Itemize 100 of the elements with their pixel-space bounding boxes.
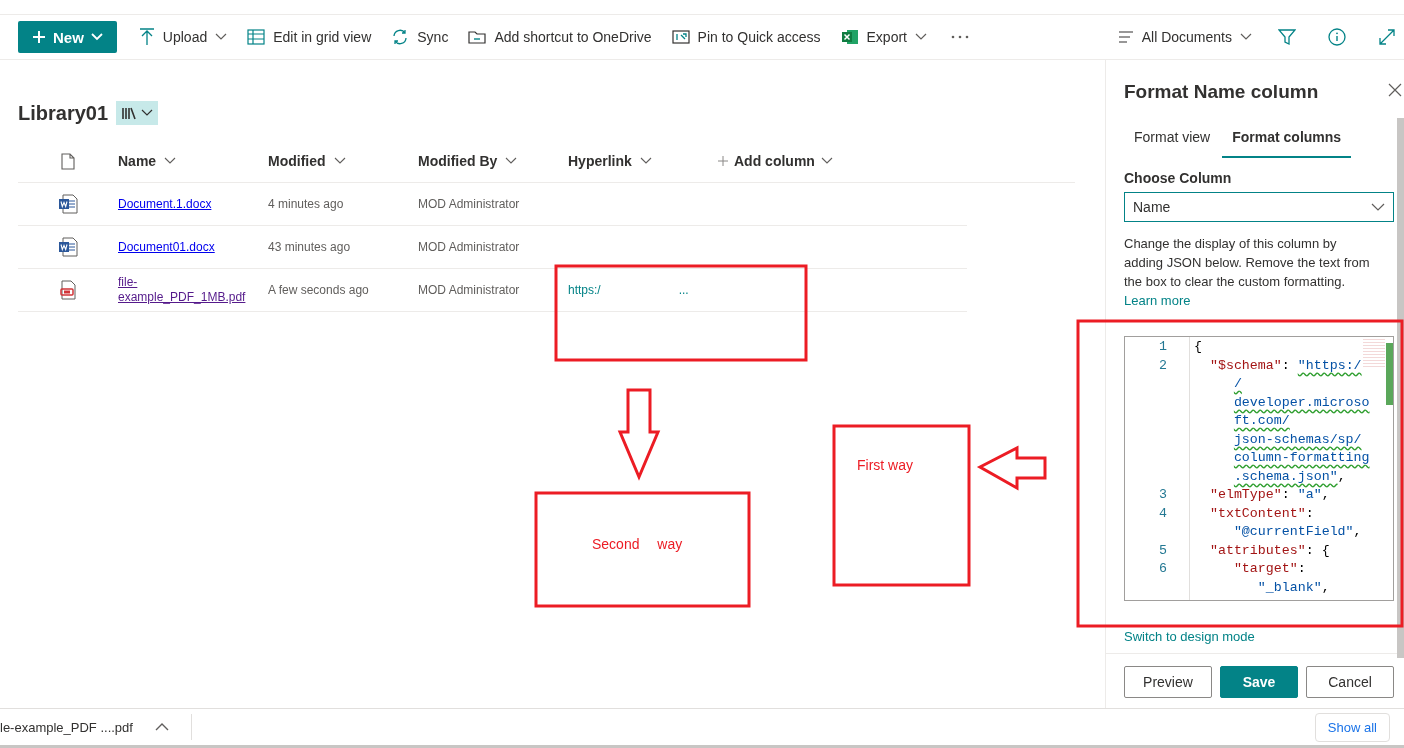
plus-icon <box>32 30 46 44</box>
code-token: .schema.json" <box>1233 468 1338 484</box>
modified-text: 43 minutes ago <box>268 240 351 254</box>
new-button[interactable]: New <box>18 21 117 53</box>
learn-more-link[interactable]: Learn more <box>1124 293 1191 308</box>
code-token: / <box>1233 376 1242 391</box>
json-editor[interactable]: 1 2 3 4 5 6 { "$schema": "https:/ / developer.microso ft.com/ json-schemas/sp/ column-formatting .schema.json", "elmType": "a", "txtContent": "@currentField", "attributes": { "target": "_blank", <box>1124 336 1394 601</box>
chevron-down-icon <box>333 157 346 165</box>
show-all-button[interactable]: Show all <box>1314 712 1390 742</box>
design-mode-link[interactable]: Switch to design mode <box>1124 629 1255 644</box>
code-token: ft.com/ <box>1233 413 1290 428</box>
toolbar-button[interactable]: Upload <box>128 21 238 53</box>
pin-icon <box>671 29 690 45</box>
code-token: : <box>1281 357 1291 373</box>
chevron-down-icon <box>915 33 927 41</box>
code-token: json-schemas/sp/ <box>1233 431 1362 447</box>
code-token: : <box>1305 505 1314 521</box>
code-token: , <box>1353 524 1362 539</box>
library-menu-button[interactable] <box>116 101 159 125</box>
column-header[interactable]: Modified By <box>418 153 568 169</box>
folder-link-icon <box>468 29 487 45</box>
line-number: 3 <box>1159 487 1167 502</box>
file-name-link[interactable]: Document01.docx <box>118 239 248 255</box>
line-number: 5 <box>1159 542 1167 558</box>
chevron-down-icon <box>820 157 833 165</box>
code-token: "https:/ <box>1297 357 1362 373</box>
close-icon[interactable] <box>1388 83 1402 97</box>
code-token: developer.microso <box>1233 394 1370 410</box>
code-token: : { <box>1305 542 1330 558</box>
excel-icon <box>840 29 859 45</box>
line-number: 6 <box>1159 561 1167 576</box>
download-file-name: le-example_PDF ....pdf <box>0 719 133 735</box>
code-token: "txtContent" <box>1209 505 1306 521</box>
upload-icon <box>138 28 155 46</box>
chevron-down-icon <box>1240 33 1252 41</box>
panel-title: Format Name column <box>1124 81 1320 103</box>
chevron-down-icon <box>639 157 652 165</box>
hyperlink-link[interactable]: https:/ <box>568 283 601 297</box>
books-icon <box>121 106 138 120</box>
code-token: "target" <box>1233 561 1298 576</box>
code-token: , <box>1337 468 1346 484</box>
grid-icon <box>247 29 266 45</box>
modified-by-text: MOD Administrator <box>418 283 520 297</box>
code-token: "a" <box>1297 487 1322 502</box>
code-token: : <box>1297 561 1306 576</box>
panel-button[interactable]: Save <box>1219 666 1299 698</box>
view-dropdown[interactable]: All Documents <box>1107 21 1262 53</box>
chevron-down-icon <box>90 33 103 41</box>
column-header[interactable]: Hyperlink <box>568 153 718 169</box>
annotation-label: First way <box>857 457 913 473</box>
toolbar-button[interactable]: Add shortcut to OneDrive <box>458 21 662 53</box>
chevron-down-icon <box>1371 203 1385 211</box>
modified-by-text: MOD Administrator <box>418 197 520 211</box>
code-token: column-formatting <box>1233 450 1370 465</box>
chevron-up-icon[interactable] <box>154 723 169 731</box>
toolbar-button[interactable]: Pin to Quick access <box>661 21 831 53</box>
column-header[interactable]: Name <box>118 153 268 169</box>
line-number: 1 <box>1159 339 1167 354</box>
filter-icon[interactable] <box>1278 28 1296 46</box>
toolbar-button[interactable]: Edit in grid view <box>237 21 382 53</box>
scrollbar-thumb[interactable] <box>1397 118 1404 658</box>
list-icon <box>1117 31 1134 43</box>
modified-text: 4 minutes ago <box>268 197 344 211</box>
modified-text: A few seconds ago <box>268 283 369 297</box>
line-number: 4 <box>1159 505 1167 521</box>
left-arrow <box>976 445 1047 491</box>
panel-button[interactable]: Cancel <box>1306 666 1394 698</box>
code-token: , <box>1321 487 1330 502</box>
chevron-down-icon <box>215 33 228 41</box>
panel-tab[interactable]: Format columns <box>1222 118 1352 158</box>
plus-icon <box>718 156 728 166</box>
code-token: : <box>1281 487 1291 502</box>
toolbar-button[interactable]: Export <box>830 21 937 53</box>
scrollbar-thumb[interactable] <box>1386 343 1393 405</box>
code-token: "$schema" <box>1209 357 1282 373</box>
chevron-down-icon <box>141 109 154 117</box>
code-token: "@currentField" <box>1233 524 1354 539</box>
file-icon <box>61 152 75 170</box>
file-name-link[interactable]: file-example_PDF_1MB.pdf <box>118 275 248 305</box>
info-icon[interactable] <box>1328 28 1346 46</box>
panel-button[interactable]: Preview <box>1124 666 1212 698</box>
word-document-icon <box>58 194 78 214</box>
line-number: 2 <box>1159 357 1167 373</box>
pdf-document-icon <box>58 280 78 300</box>
file-name-link[interactable]: Document.1.docx <box>118 196 248 212</box>
column-header[interactable]: Modified <box>268 153 418 169</box>
code-token: "_blank" <box>1257 579 1322 595</box>
chevron-down-icon <box>164 157 177 165</box>
add-column-button[interactable]: Add column <box>718 153 868 169</box>
more-icon[interactable] <box>951 35 969 39</box>
column-dropdown[interactable]: Name <box>1124 192 1394 222</box>
expand-icon[interactable] <box>1378 28 1396 46</box>
hyperlink-ellipsis: ... <box>678 283 689 297</box>
toolbar-button[interactable]: Sync <box>381 21 459 53</box>
sync-icon <box>391 29 410 45</box>
panel-tab[interactable]: Format view <box>1124 118 1221 158</box>
annotation-label: Second way <box>592 536 683 552</box>
word-document-icon <box>58 237 78 257</box>
code-token: , <box>1321 579 1330 595</box>
library-title: Library01 <box>18 101 109 125</box>
